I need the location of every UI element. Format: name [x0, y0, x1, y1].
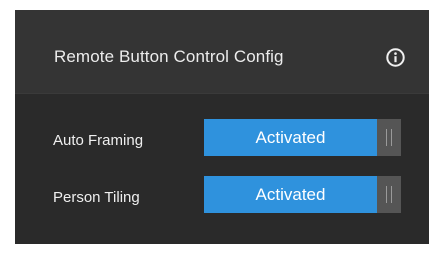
auto-framing-state: Activated	[204, 119, 377, 156]
auto-framing-toggle[interactable]: Activated	[204, 119, 401, 156]
panel-body: Auto Framing Activated Person Tiling Act…	[15, 93, 429, 244]
auto-framing-label: Auto Framing	[53, 132, 144, 149]
config-panel: Remote Button Control Config Auto Framin…	[15, 10, 429, 244]
person-tiling-toggle[interactable]: Activated	[204, 176, 401, 213]
info-icon[interactable]	[386, 48, 405, 67]
person-tiling-label: Person Tiling	[53, 189, 140, 206]
auto-framing-toggle-handle[interactable]	[377, 119, 401, 156]
panel-header: Remote Button Control Config	[15, 10, 429, 93]
panel-title: Remote Button Control Config	[54, 47, 284, 66]
person-tiling-state: Activated	[204, 176, 377, 213]
person-tiling-toggle-handle[interactable]	[377, 176, 401, 213]
